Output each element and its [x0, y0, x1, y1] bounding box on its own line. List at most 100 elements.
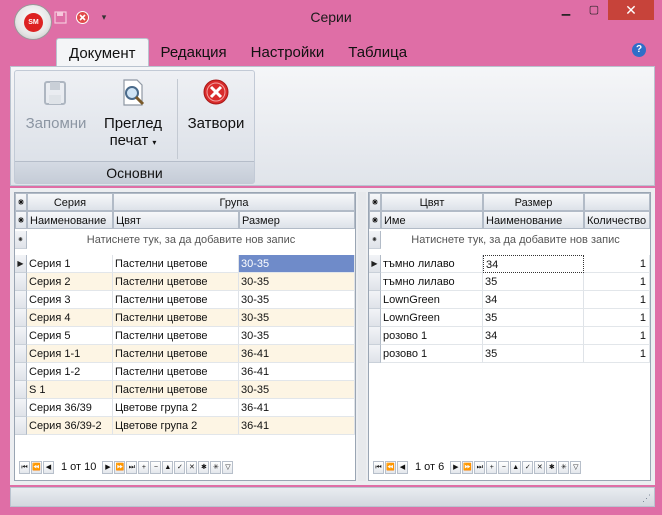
filter-star-icon[interactable]: ✳ — [210, 460, 222, 474]
filter-star-icon[interactable]: ✳ — [558, 460, 570, 474]
row-indicator[interactable] — [15, 417, 27, 435]
next-page-group-icon[interactable]: ⏩ — [114, 460, 126, 474]
save-button[interactable]: Запомни — [21, 77, 91, 132]
table-row[interactable]: ▶ тъмно лилаво 34 1 — [369, 255, 650, 273]
prev-page-icon[interactable]: ◀ — [397, 460, 408, 474]
filter-icon[interactable]: ▽ — [222, 460, 234, 474]
row-indicator[interactable] — [15, 345, 27, 363]
cancel-icon[interactable]: ✕ — [186, 460, 198, 474]
confirm-icon[interactable]: ✓ — [174, 460, 186, 474]
cell-name[interactable]: Серия 1 — [27, 255, 113, 273]
cell-size[interactable]: 36-41 — [239, 417, 355, 435]
cell-quantity[interactable]: 1 — [584, 327, 650, 345]
column-header-name[interactable]: Наименование — [27, 211, 113, 229]
band-header-group[interactable]: Група — [113, 193, 355, 211]
table-row[interactable]: LownGreen 34 1 — [369, 291, 650, 309]
prev-page-icon[interactable]: ◀ — [43, 460, 54, 474]
splitter[interactable] — [358, 192, 366, 481]
table-row[interactable]: Серия 4 Пастелни цветове 30-35 — [15, 309, 355, 327]
cell-size-name[interactable]: 35 — [483, 309, 584, 327]
maximize-icon[interactable]: ▢ — [580, 0, 608, 20]
minimize-icon[interactable]: ▁ — [552, 0, 580, 20]
row-indicator[interactable] — [369, 345, 381, 363]
tab-table[interactable]: Таблица — [336, 38, 419, 66]
cell-name[interactable]: Серия 1-1 — [27, 345, 113, 363]
cell-quantity[interactable]: 1 — [584, 309, 650, 327]
row-indicator[interactable] — [15, 291, 27, 309]
cell-color[interactable]: Пастелни цветове — [113, 345, 239, 363]
cell-name[interactable]: Серия 4 — [27, 309, 113, 327]
new-row-prompt[interactable]: Натиснете тук, за да добавите нов запис — [381, 231, 650, 249]
row-indicator[interactable] — [15, 309, 27, 327]
row-indicator[interactable] — [369, 291, 381, 309]
tab-edit[interactable]: Редакция — [149, 38, 239, 66]
table-row[interactable]: Серия 36/39-2 Цветове група 2 36-41 — [15, 417, 355, 435]
cell-size-name[interactable]: 34 — [483, 255, 584, 273]
help-icon[interactable]: ? — [632, 43, 646, 57]
row-indicator[interactable]: ▶ — [15, 255, 27, 273]
cell-color[interactable]: Цветове група 2 — [113, 417, 239, 435]
delete-icon[interactable]: − — [150, 460, 162, 474]
resize-grip-icon[interactable]: ⋰ — [642, 493, 651, 504]
table-row[interactable]: тъмно лилаво 35 1 — [369, 273, 650, 291]
table-row[interactable]: S 1 Пастелни цветове 30-35 — [15, 381, 355, 399]
row-indicator[interactable] — [15, 381, 27, 399]
first-page-icon[interactable]: ⏮ — [19, 460, 30, 474]
cell-size[interactable]: 36-41 — [239, 399, 355, 417]
cell-color[interactable]: Цветове група 2 — [113, 399, 239, 417]
last-page-icon[interactable]: ⏭ — [126, 460, 138, 474]
cell-size[interactable]: 30-35 — [239, 255, 355, 273]
application-button[interactable]: SM — [14, 4, 52, 40]
band-header-color[interactable]: Цвят — [381, 193, 483, 211]
cell-quantity[interactable]: 1 — [584, 291, 650, 309]
row-indicator[interactable] — [369, 273, 381, 291]
prev-page-group-icon[interactable]: ⏪ — [31, 460, 42, 474]
cell-color[interactable]: Пастелни цветове — [113, 309, 239, 327]
table-row[interactable]: LownGreen 35 1 — [369, 309, 650, 327]
cell-name[interactable]: LownGreen — [381, 291, 483, 309]
delete-icon[interactable]: − — [498, 460, 510, 474]
cell-color[interactable]: Пастелни цветове — [113, 363, 239, 381]
table-row[interactable]: ▶ Серия 1 Пастелни цветове 30-35 — [15, 255, 355, 273]
table-row[interactable]: Серия 36/39 Цветове група 2 36-41 — [15, 399, 355, 417]
cancel-icon[interactable]: ✕ — [534, 460, 546, 474]
cell-size-name[interactable]: 35 — [483, 345, 584, 363]
table-row[interactable]: Серия 5 Пастелни цветове 30-35 — [15, 327, 355, 345]
cell-size-name[interactable]: 35 — [483, 273, 584, 291]
table-row[interactable]: Серия 1-2 Пастелни цветове 36-41 — [15, 363, 355, 381]
prev-page-group-icon[interactable]: ⏪ — [385, 460, 396, 474]
last-page-icon[interactable]: ⏭ — [474, 460, 486, 474]
cell-name[interactable]: тъмно лилаво — [381, 273, 483, 291]
band-header-size[interactable]: Размер — [483, 193, 584, 211]
row-indicator[interactable] — [369, 309, 381, 327]
band-header-series[interactable]: Серия — [27, 193, 113, 211]
window-close-icon[interactable]: ✕ — [608, 0, 654, 20]
column-header-quantity[interactable]: Количество — [584, 211, 650, 229]
row-indicator[interactable] — [15, 327, 27, 345]
append-icon[interactable]: + — [486, 460, 498, 474]
cell-name[interactable]: S 1 — [27, 381, 113, 399]
table-row[interactable]: Серия 1-1 Пастелни цветове 36-41 — [15, 345, 355, 363]
cell-name[interactable]: розово 1 — [381, 345, 483, 363]
cell-name[interactable]: Серия 2 — [27, 273, 113, 291]
cell-color[interactable]: Пастелни цветове — [113, 327, 239, 345]
row-indicator[interactable] — [15, 273, 27, 291]
confirm-icon[interactable]: ✓ — [522, 460, 534, 474]
next-page-icon[interactable]: ▶ — [450, 460, 462, 474]
cell-name[interactable]: Серия 36/39 — [27, 399, 113, 417]
edit-icon[interactable]: ▲ — [510, 460, 522, 474]
cell-name[interactable]: тъмно лилаво — [381, 255, 483, 273]
table-row[interactable]: Серия 2 Пастелни цветове 30-35 — [15, 273, 355, 291]
table-row[interactable]: розово 1 34 1 — [369, 327, 650, 345]
column-header-size-name[interactable]: Наименование — [483, 211, 584, 229]
cell-size-name[interactable]: 34 — [483, 327, 584, 345]
next-page-group-icon[interactable]: ⏩ — [462, 460, 474, 474]
cell-name[interactable]: LownGreen — [381, 309, 483, 327]
cell-name[interactable]: Серия 36/39-2 — [27, 417, 113, 435]
cell-size[interactable]: 30-35 — [239, 291, 355, 309]
cell-size[interactable]: 30-35 — [239, 381, 355, 399]
cell-name[interactable]: розово 1 — [381, 327, 483, 345]
row-indicator[interactable] — [369, 327, 381, 345]
column-header-name[interactable]: Име — [381, 211, 483, 229]
tab-settings[interactable]: Настройки — [239, 38, 337, 66]
